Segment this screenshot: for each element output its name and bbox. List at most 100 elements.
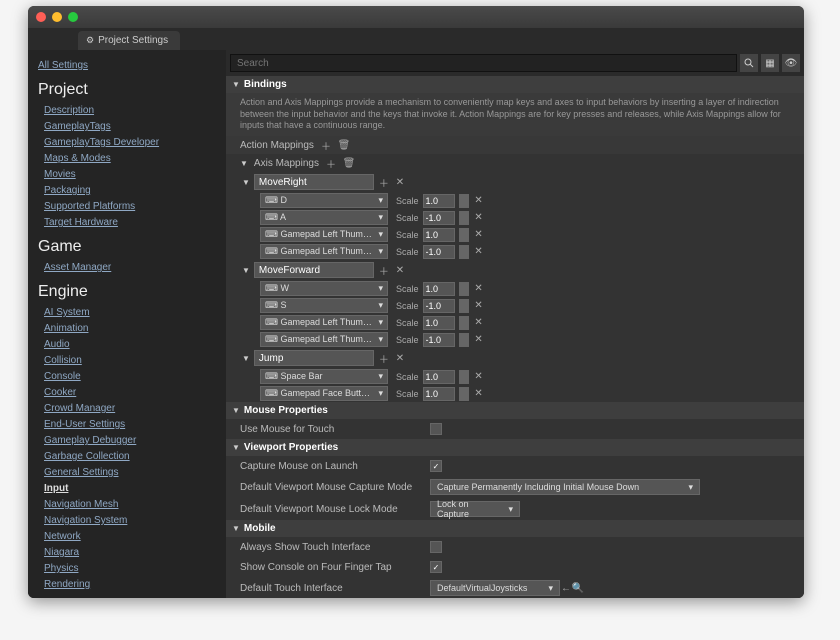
sidebar-item[interactable]: General Settings: [38, 465, 216, 480]
spinner[interactable]: [459, 228, 469, 242]
key-select[interactable]: ⌨ Gamepad Left Thumbstick Y-Axis▾: [260, 315, 388, 330]
remove-axis-button[interactable]: ✕: [394, 264, 406, 276]
sidebar-item[interactable]: Navigation Mesh: [38, 497, 216, 512]
clear-axis-button[interactable]: 🗑: [343, 157, 355, 169]
spinner[interactable]: [459, 316, 469, 330]
search-input[interactable]: [230, 54, 737, 72]
sidebar-item[interactable]: Cooker: [38, 385, 216, 400]
spinner[interactable]: [459, 245, 469, 259]
scale-input[interactable]: [423, 282, 455, 296]
sidebar-item[interactable]: Packaging: [38, 183, 216, 198]
key-select[interactable]: ⌨ Gamepad Left Thumbstick X-Axis▾: [260, 244, 388, 259]
sidebar-item[interactable]: GameplayTags: [38, 119, 216, 134]
spinner[interactable]: [459, 370, 469, 384]
clear-action-button[interactable]: 🗑: [338, 139, 350, 151]
find-icon[interactable]: 🔍: [572, 582, 584, 594]
remove-key-button[interactable]: ✕: [473, 229, 485, 241]
four-finger-checkbox[interactable]: ✓: [430, 561, 442, 573]
spinner[interactable]: [459, 387, 469, 401]
sidebar-item[interactable]: Navigation System: [38, 513, 216, 528]
axis-name-input[interactable]: [254, 350, 374, 366]
scale-input[interactable]: [423, 194, 455, 208]
spinner[interactable]: [459, 194, 469, 208]
axis-name-input[interactable]: [254, 174, 374, 190]
sidebar-item[interactable]: AI System: [38, 305, 216, 320]
touch-iface-select[interactable]: DefaultVirtualJoysticks▾: [430, 580, 560, 596]
sidebar-item[interactable]: Physics: [38, 561, 216, 576]
remove-axis-button[interactable]: ✕: [394, 176, 406, 188]
sidebar-item[interactable]: Rendering: [38, 577, 216, 592]
spinner[interactable]: [459, 211, 469, 225]
sidebar-item[interactable]: Animation: [38, 321, 216, 336]
key-select[interactable]: ⌨ Gamepad Left Thumbstick X-Axis▾: [260, 227, 388, 242]
always-touch-checkbox[interactable]: [430, 541, 442, 553]
add-key-button[interactable]: ＋: [378, 264, 390, 276]
sidebar-item[interactable]: Crowd Manager: [38, 401, 216, 416]
sidebar-item[interactable]: Console: [38, 369, 216, 384]
tab-project-settings[interactable]: ⚙ Project Settings: [78, 31, 180, 50]
sidebar-all-settings[interactable]: All Settings: [38, 58, 216, 73]
section-viewport[interactable]: ▼Viewport Properties: [226, 439, 804, 456]
section-mobile[interactable]: ▼Mobile: [226, 520, 804, 537]
sidebar-item[interactable]: Collision: [38, 353, 216, 368]
sidebar-item[interactable]: Network: [38, 529, 216, 544]
scale-input[interactable]: [423, 245, 455, 259]
remove-axis-button[interactable]: ✕: [394, 352, 406, 364]
scale-input[interactable]: [423, 211, 455, 225]
sidebar-item[interactable]: Audio: [38, 337, 216, 352]
sidebar-item[interactable]: Garbage Collection: [38, 449, 216, 464]
section-mouse[interactable]: ▼Mouse Properties: [226, 402, 804, 419]
key-select[interactable]: ⌨ W▾: [260, 281, 388, 296]
spinner[interactable]: [459, 299, 469, 313]
lock-mode-select[interactable]: Lock on Capture▾: [430, 501, 520, 517]
key-select[interactable]: ⌨ D▾: [260, 193, 388, 208]
chevron-down-icon[interactable]: ▼: [242, 266, 250, 275]
scale-input[interactable]: [423, 316, 455, 330]
add-key-button[interactable]: ＋: [378, 352, 390, 364]
eye-icon[interactable]: 👁: [782, 54, 800, 72]
remove-key-button[interactable]: ✕: [473, 371, 485, 383]
spinner[interactable]: [459, 282, 469, 296]
section-bindings[interactable]: ▼Bindings: [226, 76, 804, 93]
sidebar-item[interactable]: Description: [38, 103, 216, 118]
capture-launch-checkbox[interactable]: ✓: [430, 460, 442, 472]
key-select[interactable]: ⌨ S▾: [260, 298, 388, 313]
sidebar-item[interactable]: End-User Settings: [38, 417, 216, 432]
chevron-down-icon[interactable]: ▼: [242, 354, 250, 363]
close-icon[interactable]: [36, 12, 46, 22]
scale-input[interactable]: [423, 333, 455, 347]
browse-icon[interactable]: ←: [560, 582, 572, 594]
remove-key-button[interactable]: ✕: [473, 388, 485, 400]
chevron-down-icon[interactable]: ▼: [242, 178, 250, 187]
scale-input[interactable]: [423, 370, 455, 384]
remove-key-button[interactable]: ✕: [473, 300, 485, 312]
key-select[interactable]: ⌨ Gamepad Face Button Bottom▾: [260, 386, 388, 401]
capture-mode-select[interactable]: Capture Permanently Including Initial Mo…: [430, 479, 700, 495]
spinner[interactable]: [459, 333, 469, 347]
add-axis-button[interactable]: ＋: [325, 157, 337, 169]
maximize-icon[interactable]: [68, 12, 78, 22]
remove-key-button[interactable]: ✕: [473, 246, 485, 258]
sidebar-item[interactable]: Asset Manager: [38, 260, 216, 275]
add-key-button[interactable]: ＋: [378, 176, 390, 188]
remove-key-button[interactable]: ✕: [473, 317, 485, 329]
add-action-button[interactable]: ＋: [320, 139, 332, 151]
search-icon[interactable]: [740, 54, 758, 72]
key-select[interactable]: ⌨ Gamepad Left Thumbstick Y-Axis▾: [260, 332, 388, 347]
sidebar-item[interactable]: Supported Platforms: [38, 199, 216, 214]
sidebar-item[interactable]: Target Hardware: [38, 215, 216, 230]
use-mouse-touch-checkbox[interactable]: [430, 423, 442, 435]
sidebar-item[interactable]: Maps & Modes: [38, 151, 216, 166]
scale-input[interactable]: [423, 228, 455, 242]
sidebar-item[interactable]: Movies: [38, 167, 216, 182]
sidebar-item[interactable]: Niagara: [38, 545, 216, 560]
scale-input[interactable]: [423, 299, 455, 313]
remove-key-button[interactable]: ✕: [473, 334, 485, 346]
remove-key-button[interactable]: ✕: [473, 283, 485, 295]
grid-icon[interactable]: ▦: [761, 54, 779, 72]
remove-key-button[interactable]: ✕: [473, 212, 485, 224]
key-select[interactable]: ⌨ A▾: [260, 210, 388, 225]
scale-input[interactable]: [423, 387, 455, 401]
minimize-icon[interactable]: [52, 12, 62, 22]
sidebar-item[interactable]: Gameplay Debugger: [38, 433, 216, 448]
